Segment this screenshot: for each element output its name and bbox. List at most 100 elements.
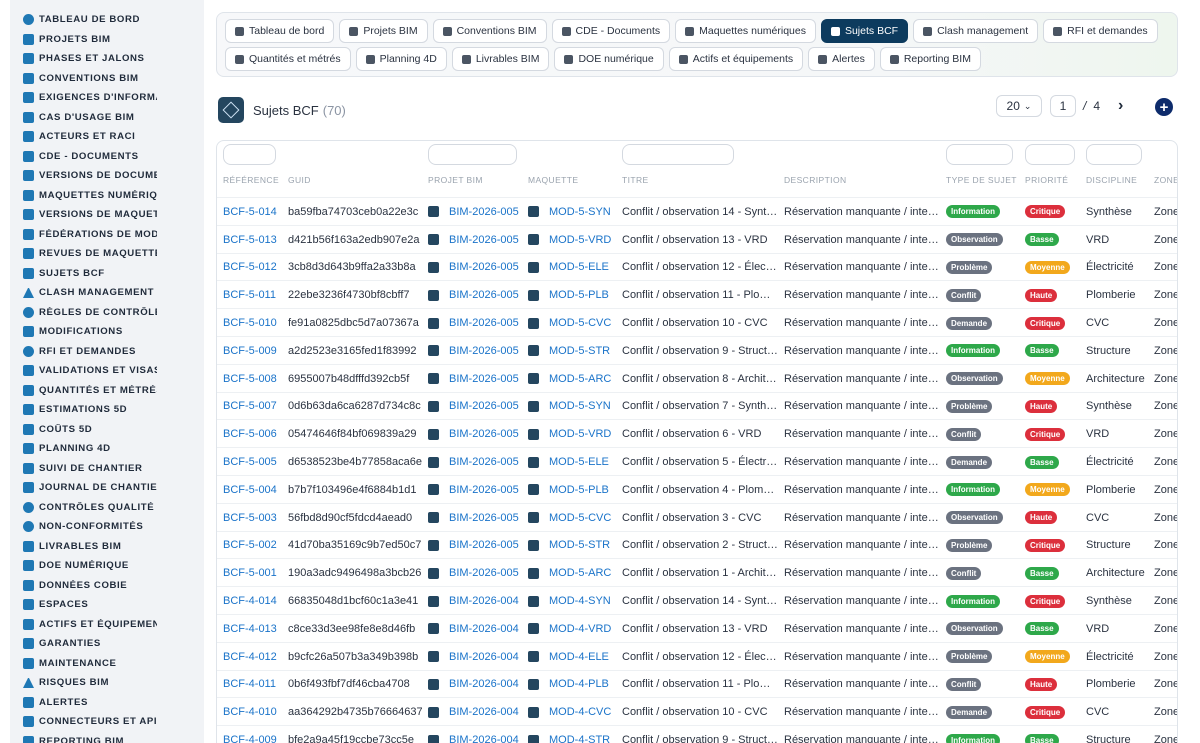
table-row[interactable]: BCF-4-013 c8ce33d3ee98fe8e8d46fb BIM-2026-… (217, 613, 1177, 642)
table-row[interactable]: BCF-5-001 190a3adc9496498a3bcb26 BIM-2026-… (217, 558, 1177, 586)
reference-link[interactable]: BCF-5-006 (223, 428, 277, 440)
model-link[interactable]: MOD-4-VRD (549, 623, 611, 635)
sidebar-item[interactable]: ESTIMATIONS 5D (10, 400, 204, 420)
sidebar-item[interactable]: REVUES DE MAQUETTES (10, 244, 204, 264)
reference-link[interactable]: BCF-5-013 (223, 234, 277, 246)
sidebar-item[interactable]: RÈGLES DE CONTRÔLE (10, 303, 204, 323)
table-row[interactable]: BCF-5-011 22ebe3236f4730bf8cbff7 BIM-2026-… (217, 280, 1177, 308)
reference-link[interactable]: BCF-5-004 (223, 484, 277, 496)
project-link[interactable]: BIM-2026-005 (449, 512, 519, 524)
sidebar-item[interactable]: CDE - DOCUMENTS (10, 147, 204, 167)
table-row[interactable]: BCF-4-011 0b6f493fbf7df46cba4708 BIM-2026-… (217, 669, 1177, 698)
module-tab[interactable]: Clash management (913, 19, 1039, 43)
model-link[interactable]: MOD-5-ARC (549, 373, 611, 385)
sidebar-item[interactable]: PLANNING 4D (10, 439, 204, 459)
sidebar-item[interactable]: CAS D'USAGE BIM (10, 108, 204, 128)
model-link[interactable]: MOD-5-ELE (549, 456, 609, 468)
column-header[interactable]: MAQUETTE (528, 175, 578, 185)
table-row[interactable]: BCF-4-014 66835048d1bcf60c1a3e41 BIM-2026-… (217, 586, 1177, 614)
table-row[interactable]: BCF-5-009 a2d2523e3165fed1f83992 BIM-2026-… (217, 335, 1177, 364)
sidebar-item[interactable]: RFI ET DEMANDES (10, 342, 204, 362)
sidebar-item[interactable]: SUIVI DE CHANTIER (10, 459, 204, 479)
project-link[interactable]: BIM-2026-004 (449, 595, 519, 607)
sidebar-item[interactable]: PROJETS BIM (10, 30, 204, 50)
model-link[interactable]: MOD-5-SYN (549, 400, 611, 412)
reference-link[interactable]: BCF-5-011 (223, 289, 276, 301)
module-tab[interactable]: RFI et demandes (1043, 19, 1158, 43)
sidebar-item[interactable]: ALERTES (10, 693, 204, 713)
sidebar-item[interactable]: PHASES ET JALONS (10, 49, 204, 69)
sidebar-item[interactable]: DOE NUMÉRIQUE (10, 556, 204, 576)
table-row[interactable]: BCF-5-006 05474646f84bf069839a29 BIM-2026-… (217, 419, 1177, 447)
project-link[interactable]: BIM-2026-005 (449, 373, 519, 385)
project-link[interactable]: BIM-2026-004 (449, 706, 519, 718)
table-row[interactable]: BCF-5-004 b7b7f103496e4f6884b1d1 BIM-2026-… (217, 474, 1177, 503)
model-link[interactable]: MOD-5-VRD (549, 234, 611, 246)
model-link[interactable]: MOD-5-SYN (549, 206, 611, 218)
sidebar-item[interactable]: VERSIONS DE MAQUETT (10, 205, 204, 225)
reference-link[interactable]: BCF-5-003 (223, 512, 277, 524)
model-link[interactable]: MOD-4-CVC (549, 706, 611, 718)
model-link[interactable]: MOD-5-PLB (549, 484, 609, 496)
reference-link[interactable]: BCF-4-012 (223, 651, 277, 663)
sidebar-item[interactable]: CLASH MANAGEMENT (10, 283, 204, 303)
project-link[interactable]: BIM-2026-004 (449, 651, 519, 663)
column-header[interactable]: DESCRIPTION (784, 175, 847, 185)
column-header[interactable]: GUID (288, 175, 311, 185)
table-row[interactable]: BCF-5-007 0d6b63da6ca6287d734c8c BIM-2026-… (217, 391, 1177, 420)
module-tab[interactable]: DOE numérique (554, 47, 664, 71)
project-link[interactable]: BIM-2026-005 (449, 428, 519, 440)
column-filter-input[interactable] (622, 144, 734, 165)
reference-link[interactable]: BCF-5-001 (223, 567, 277, 579)
module-tab[interactable]: Reporting BIM (879, 47, 981, 71)
project-link[interactable]: BIM-2026-005 (449, 400, 519, 412)
project-link[interactable]: BIM-2026-004 (449, 734, 519, 743)
project-link[interactable]: BIM-2026-004 (449, 623, 519, 635)
module-tab[interactable]: Maquettes numériques (675, 19, 816, 43)
sidebar-item[interactable]: SUJETS BCF (10, 264, 204, 284)
project-link[interactable]: BIM-2026-005 (449, 484, 519, 496)
table-row[interactable]: BCF-5-002 41d70ba35169c9b7ed50c7 BIM-2026-… (217, 530, 1177, 559)
project-link[interactable]: BIM-2026-005 (449, 289, 519, 301)
model-link[interactable]: MOD-4-STR (549, 734, 610, 743)
sidebar-item[interactable]: DONNÉES COBIE (10, 576, 204, 596)
table-row[interactable]: BCF-5-013 d421b56f163a2edb907e2a BIM-2026-… (217, 224, 1177, 253)
sidebar-item[interactable]: VERSIONS DE DOCUMEN (10, 166, 204, 186)
column-filter-input[interactable] (223, 144, 276, 165)
table-row[interactable]: BCF-5-010 fe91a0825dbc5d7a07367a BIM-2026-… (217, 308, 1177, 336)
model-link[interactable]: MOD-5-ARC (549, 567, 611, 579)
module-tab[interactable]: Conventions BIM (432, 19, 547, 43)
column-filter-input[interactable] (946, 144, 1013, 165)
project-link[interactable]: BIM-2026-005 (449, 261, 519, 273)
reference-link[interactable]: BCF-5-007 (223, 400, 277, 412)
reference-link[interactable]: BCF-5-012 (223, 261, 277, 273)
page-size-select[interactable]: 20 ⌄ (996, 95, 1042, 117)
sidebar-item[interactable]: CONNECTEURS ET API (10, 712, 204, 732)
reference-link[interactable]: BCF-4-011 (223, 678, 276, 690)
table-row[interactable]: BCF-4-009 bfe2a9a45f19ccbe73cc5e BIM-2026-… (217, 725, 1177, 743)
project-link[interactable]: BIM-2026-005 (449, 206, 519, 218)
module-tab[interactable]: Alertes (808, 47, 875, 71)
table-row[interactable]: BCF-5-005 d6538523be4b77858aca6e BIM-2026-… (217, 447, 1177, 475)
sidebar-item[interactable]: LIVRABLES BIM (10, 537, 204, 557)
sidebar-item[interactable]: MAQUETTES NUMÉRIQU (10, 186, 204, 206)
sidebar-item[interactable]: RISQUES BIM (10, 673, 204, 693)
table-row[interactable]: BCF-4-010 aa364292b4735b76664637 BIM-2026-… (217, 697, 1177, 725)
project-link[interactable]: BIM-2026-005 (449, 234, 519, 246)
column-header[interactable]: TITRE (622, 175, 649, 185)
reference-link[interactable]: BCF-4-010 (223, 706, 277, 718)
sidebar-item[interactable]: REPORTING BIM (10, 732, 204, 743)
sidebar-item[interactable]: VALIDATIONS ET VISAS (10, 361, 204, 381)
project-link[interactable]: BIM-2026-005 (449, 567, 519, 579)
column-filter-input[interactable] (1025, 144, 1075, 165)
module-tab[interactable]: Projets BIM (339, 19, 428, 43)
project-link[interactable]: BIM-2026-005 (449, 317, 519, 329)
sidebar-item[interactable]: TABLEAU DE BORD (10, 10, 204, 30)
sidebar-item[interactable]: CONTRÔLES QUALITÉ (10, 498, 204, 518)
add-subject-button[interactable]: + (1155, 98, 1173, 116)
module-tab[interactable]: Planning 4D (355, 47, 447, 71)
sidebar-item[interactable]: ACTIFS ET ÉQUIPEMENT (10, 615, 204, 635)
sidebar-item[interactable]: FÉDÉRATIONS DE MODÈ (10, 225, 204, 245)
reference-link[interactable]: BCF-5-014 (223, 206, 277, 218)
sidebar-item[interactable]: QUANTITÉS ET MÉTRÉS (10, 381, 204, 401)
